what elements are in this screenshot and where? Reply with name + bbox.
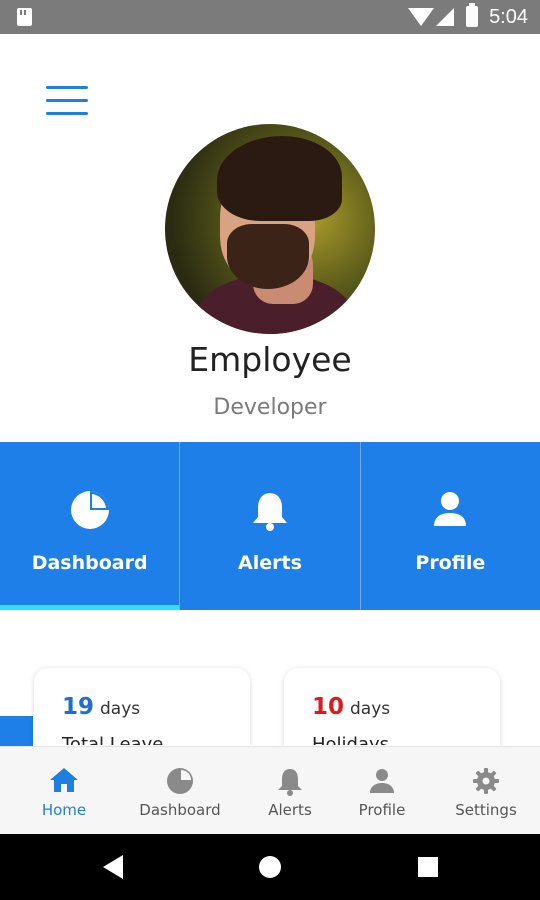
nav-home[interactable]: Home <box>24 747 104 835</box>
tile-dashboard-label: Dashboard <box>31 552 148 574</box>
status-time: 5:04 <box>489 6 528 28</box>
sd-card-icon <box>17 8 32 26</box>
tile-alerts-label: Alerts <box>238 552 302 574</box>
tile-profile[interactable]: Profile <box>359 442 540 610</box>
home-icon <box>50 768 78 792</box>
pie-chart-icon <box>70 491 109 529</box>
card-number-wrap: 19 days <box>62 694 140 720</box>
wifi-icon <box>408 8 434 26</box>
bottom-navigation: Home Dashboard Alerts Profile Settings <box>0 746 540 835</box>
gear-icon <box>473 768 499 794</box>
bell-icon <box>252 493 287 531</box>
summary-cards: 19 days Total Leave 10 days Holidays <box>0 660 540 745</box>
card-number-wrap: 10 days <box>312 694 390 720</box>
card-label: Holidays <box>312 734 390 745</box>
nav-alerts-label: Alerts <box>268 801 312 819</box>
signal-icon <box>436 8 454 26</box>
status-bar: 5:04 <box>0 0 540 34</box>
nav-alerts[interactable]: Alerts <box>250 747 330 835</box>
card-number: 10 <box>312 694 345 720</box>
person-icon <box>434 492 467 526</box>
menu-icon[interactable] <box>46 86 88 118</box>
quick-tiles: Dashboard Alerts Profile <box>0 442 540 610</box>
tile-profile-label: Profile <box>415 552 486 574</box>
profile-role: Developer <box>213 395 327 420</box>
recent-apps-icon[interactable] <box>418 857 438 877</box>
profile-name: Employee <box>188 340 352 379</box>
avatar <box>165 124 375 334</box>
nav-dashboard-label: Dashboard <box>139 801 221 819</box>
nav-profile[interactable]: Profile <box>342 747 422 835</box>
home-button-icon[interactable] <box>259 856 281 878</box>
nav-dashboard[interactable]: Dashboard <box>130 747 230 835</box>
card-unit: days <box>100 699 141 719</box>
nav-settings[interactable]: Settings <box>446 747 526 835</box>
system-navigation-bar <box>0 834 540 900</box>
active-tab-indicator <box>0 605 180 610</box>
nav-profile-label: Profile <box>358 801 406 819</box>
nav-home-label: Home <box>41 801 87 819</box>
battery-icon <box>466 3 478 27</box>
tile-dashboard[interactable]: Dashboard <box>0 442 180 610</box>
back-icon[interactable] <box>103 855 123 879</box>
nav-settings-label: Settings <box>455 801 517 819</box>
card-label: Total Leave <box>62 734 164 745</box>
bell-icon <box>278 769 302 796</box>
card-number: 19 <box>62 694 95 720</box>
card-total-leave[interactable]: 19 days Total Leave <box>34 668 250 745</box>
person-icon <box>370 769 394 793</box>
card-holidays[interactable]: 10 days Holidays <box>284 668 500 745</box>
tile-alerts[interactable]: Alerts <box>179 442 360 610</box>
card-unit: days <box>350 699 391 719</box>
pie-chart-icon <box>167 768 193 794</box>
